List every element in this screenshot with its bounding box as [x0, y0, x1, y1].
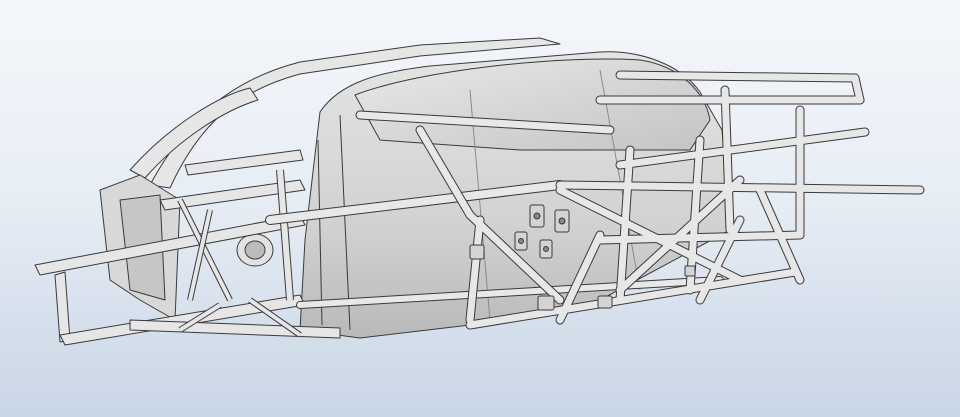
cad-viewport[interactable] — [0, 0, 960, 417]
chassis-model[interactable] — [0, 0, 960, 417]
front-frame-rails — [34, 149, 341, 346]
